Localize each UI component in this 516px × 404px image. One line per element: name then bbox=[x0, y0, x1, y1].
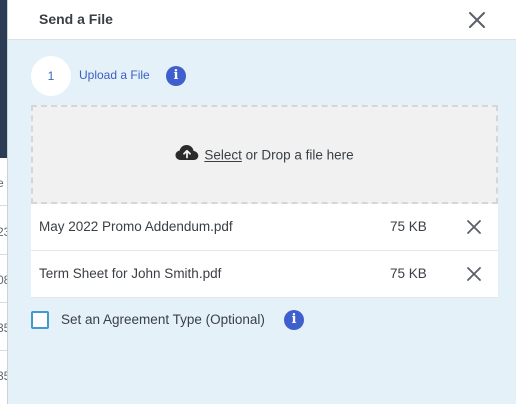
file-list: May 2022 Promo Addendum.pdf 75 KB Term S… bbox=[31, 204, 498, 298]
step-label: Upload a File bbox=[79, 68, 150, 82]
file-dropzone[interactable]: Select or Drop a file here bbox=[31, 105, 498, 204]
close-icon bbox=[469, 12, 485, 28]
dropzone-content: Select or Drop a file here bbox=[33, 144, 496, 166]
background-text-fragment: e bbox=[0, 176, 7, 190]
background-nav bbox=[0, 0, 7, 158]
agreement-type-checkbox[interactable] bbox=[31, 311, 49, 329]
step-number-badge: 1 bbox=[31, 56, 71, 96]
remove-file-button[interactable] bbox=[464, 264, 484, 284]
panel-header: Send a File bbox=[8, 0, 516, 40]
background-text-fragment: 35 bbox=[0, 321, 7, 335]
file-size: 75 KB bbox=[390, 219, 427, 234]
cloud-upload-icon bbox=[175, 144, 199, 164]
select-file-link[interactable]: Select bbox=[204, 148, 242, 163]
info-icon[interactable]: i bbox=[284, 310, 304, 330]
dropzone-text: or Drop a file here bbox=[241, 147, 354, 163]
remove-file-button[interactable] bbox=[464, 217, 484, 237]
background-text-fragment: 23 bbox=[0, 225, 7, 239]
send-file-panel: Send a File 1 Upload a File i Select or … bbox=[8, 0, 516, 404]
close-button[interactable] bbox=[464, 7, 490, 33]
background-app-strip: e 23 08 35 35 bbox=[0, 0, 8, 404]
panel-title: Send a File bbox=[39, 11, 113, 27]
file-row: Term Sheet for John Smith.pdf 75 KB bbox=[31, 251, 498, 298]
background-divider bbox=[0, 350, 7, 351]
close-icon bbox=[467, 267, 481, 281]
background-divider bbox=[0, 205, 7, 206]
file-name: Term Sheet for John Smith.pdf bbox=[39, 266, 222, 281]
info-icon[interactable]: i bbox=[166, 66, 186, 86]
background-text-fragment: 08 bbox=[0, 273, 7, 287]
file-name: May 2022 Promo Addendum.pdf bbox=[39, 219, 233, 234]
file-row: May 2022 Promo Addendum.pdf 75 KB bbox=[31, 204, 498, 251]
file-size: 75 KB bbox=[390, 266, 427, 281]
close-icon bbox=[467, 220, 481, 234]
agreement-type-label[interactable]: Set an Agreement Type (Optional) bbox=[61, 312, 265, 327]
background-text-fragment: 35 bbox=[0, 369, 7, 383]
background-divider bbox=[0, 254, 7, 255]
background-divider bbox=[0, 302, 7, 303]
